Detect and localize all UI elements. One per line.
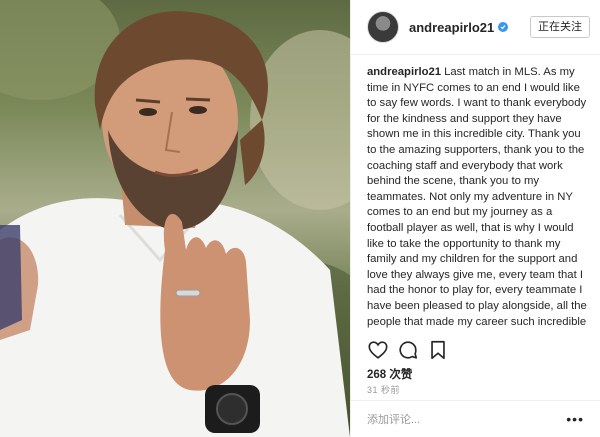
- caption-username[interactable]: andreapirlo21: [367, 66, 441, 78]
- post-sidebar: andreapirlo21 正在关注 andreapirlo21 Last mat…: [350, 0, 600, 437]
- heart-icon[interactable]: [367, 339, 389, 361]
- portrait-illustration: [0, 0, 350, 437]
- header-username[interactable]: andreapirlo21: [409, 20, 494, 35]
- post-actions: [367, 339, 584, 361]
- add-comment-input[interactable]: 添加评论...: [367, 411, 420, 427]
- likes-count[interactable]: 268 次赞: [367, 366, 412, 382]
- comment-icon[interactable]: [397, 339, 419, 361]
- post-caption: andreapirlo21 Last match in MLS. As my ti…: [367, 65, 591, 331]
- bookmark-icon[interactable]: [427, 339, 449, 361]
- post-header: andreapirlo21 正在关注: [351, 0, 600, 55]
- verified-badge-icon: [498, 22, 509, 32]
- post-photo[interactable]: [0, 0, 350, 437]
- more-options-icon[interactable]: •••: [566, 411, 584, 427]
- post-timestamp: 31 秒前: [367, 385, 401, 395]
- comment-bar: 添加评论... •••: [351, 400, 600, 437]
- avatar[interactable]: [367, 11, 399, 43]
- caption-text: Last match in MLS. As my time in NYFC co…: [367, 66, 587, 328]
- following-button[interactable]: 正在关注: [530, 16, 590, 38]
- instagram-post: andreapirlo21 正在关注 andreapirlo21 Last mat…: [0, 0, 600, 437]
